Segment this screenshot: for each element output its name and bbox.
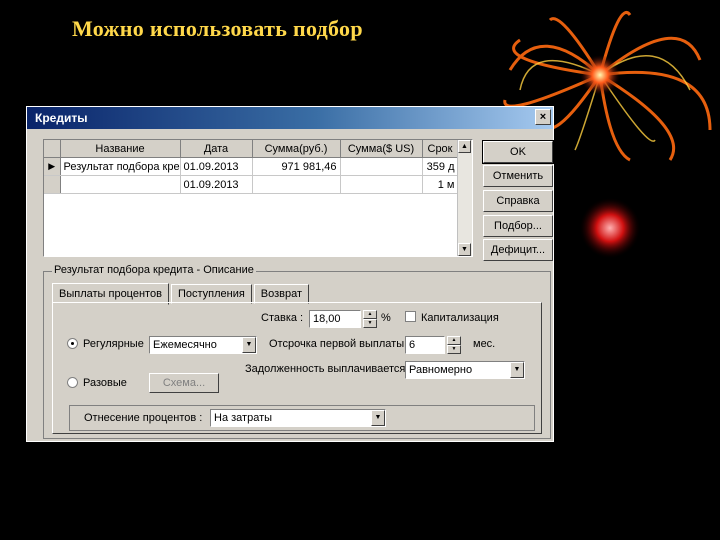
- description-group: Результат подбора кредита - Описание Вып…: [43, 264, 551, 439]
- cell-sum-usd[interactable]: [340, 157, 423, 176]
- column-header-date[interactable]: Дата: [180, 140, 253, 158]
- debt-label: Задолженность выплачивается: [245, 363, 406, 375]
- ok-button[interactable]: OK: [482, 140, 554, 164]
- scroll-up-icon[interactable]: ▲: [458, 140, 471, 153]
- credits-table[interactable]: Название Дата Сумма(руб.) Сумма($ US) Ср…: [43, 139, 473, 257]
- row-pointer-icon: ▶: [44, 157, 61, 176]
- row-indicator: [44, 175, 61, 194]
- rate-spinner[interactable]: ▲ ▼: [363, 310, 377, 328]
- cell-term[interactable]: 359 д: [422, 157, 459, 176]
- column-header-term[interactable]: Срок: [422, 140, 459, 158]
- interest-value: На затраты: [214, 412, 273, 424]
- chevron-down-icon[interactable]: ▼: [242, 337, 256, 353]
- deficit-button[interactable]: Дефицит...: [483, 239, 553, 261]
- dialog-title: Кредиты: [35, 111, 88, 125]
- rate-input[interactable]: 18,00: [309, 310, 361, 328]
- scheme-button[interactable]: Схема...: [149, 373, 219, 393]
- table-row[interactable]: 01.09.2013 1 м: [44, 175, 459, 194]
- cell-sum-rub[interactable]: 971 981,46: [252, 157, 341, 176]
- help-button[interactable]: Справка: [483, 190, 553, 212]
- chevron-down-icon[interactable]: ▼: [371, 410, 385, 426]
- percent-label: %: [381, 312, 391, 324]
- table-row[interactable]: ▶ Результат подбора кре 01.09.2013 971 9…: [44, 157, 459, 176]
- table-scrollbar[interactable]: ▲ ▼: [457, 140, 472, 256]
- tab-bar: Выплаты процентов Поступления Возврат: [52, 282, 311, 305]
- column-indicator-header: [44, 140, 61, 158]
- tab-receipts[interactable]: Поступления: [170, 284, 252, 304]
- single-label: Разовые: [83, 377, 127, 389]
- select-button[interactable]: Подбор...: [483, 215, 553, 237]
- debt-value: Равномерно: [409, 364, 473, 376]
- delay-input[interactable]: 6: [405, 336, 445, 354]
- slide-title: Можно использовать подбор: [72, 16, 363, 41]
- cell-date[interactable]: 01.09.2013: [180, 157, 253, 176]
- column-header-sum-rub[interactable]: Сумма(руб.): [252, 140, 341, 158]
- cell-sum-rub[interactable]: [252, 175, 341, 194]
- interest-select[interactable]: На затраты ▼: [210, 409, 386, 427]
- spin-down-icon[interactable]: ▼: [447, 345, 461, 354]
- delay-label: Отсрочка первой выплаты: [269, 338, 405, 350]
- delay-spinner[interactable]: ▲ ▼: [447, 336, 461, 354]
- interest-subgroup: Отнесение процентов : На затраты ▼: [69, 405, 535, 431]
- spin-down-icon[interactable]: ▼: [363, 319, 377, 328]
- single-radio[interactable]: [67, 377, 78, 388]
- frequency-value: Ежемесячно: [153, 339, 217, 351]
- group-title: Результат подбора кредита - Описание: [52, 264, 256, 276]
- spin-up-icon[interactable]: ▲: [363, 310, 377, 319]
- tab-repayment[interactable]: Возврат: [253, 284, 310, 304]
- dialog-titlebar: Кредиты ×: [27, 107, 553, 129]
- scroll-down-icon[interactable]: ▼: [458, 243, 471, 256]
- column-header-sum-usd[interactable]: Сумма($ US): [340, 140, 423, 158]
- months-label: мес.: [473, 338, 496, 350]
- spin-up-icon[interactable]: ▲: [447, 336, 461, 345]
- interest-label: Отнесение процентов :: [84, 412, 203, 424]
- chevron-down-icon[interactable]: ▼: [510, 362, 524, 378]
- capitalization-checkbox[interactable]: [405, 311, 416, 322]
- column-header-name[interactable]: Название: [60, 140, 181, 158]
- frequency-select[interactable]: Ежемесячно ▼: [149, 336, 257, 354]
- cell-name[interactable]: [60, 175, 181, 194]
- credits-dialog: Кредиты × Название Дата Сумма(руб.) Сумм…: [26, 106, 554, 442]
- cell-term[interactable]: 1 м: [422, 175, 459, 194]
- tab-panel-interest: Ставка : 18,00 ▲ ▼ % Капитализация Регуля…: [52, 302, 542, 434]
- cancel-button[interactable]: Отменить: [483, 165, 553, 187]
- regular-label: Регулярные: [83, 338, 144, 350]
- rate-label: Ставка :: [261, 312, 304, 324]
- cell-name[interactable]: Результат подбора кре: [60, 157, 181, 176]
- cell-sum-usd[interactable]: [340, 175, 423, 194]
- regular-radio[interactable]: [67, 338, 78, 349]
- cell-date[interactable]: 01.09.2013: [180, 175, 253, 194]
- close-icon[interactable]: ×: [535, 109, 551, 125]
- debt-select[interactable]: Равномерно ▼: [405, 361, 525, 379]
- capitalization-label: Капитализация: [421, 312, 499, 324]
